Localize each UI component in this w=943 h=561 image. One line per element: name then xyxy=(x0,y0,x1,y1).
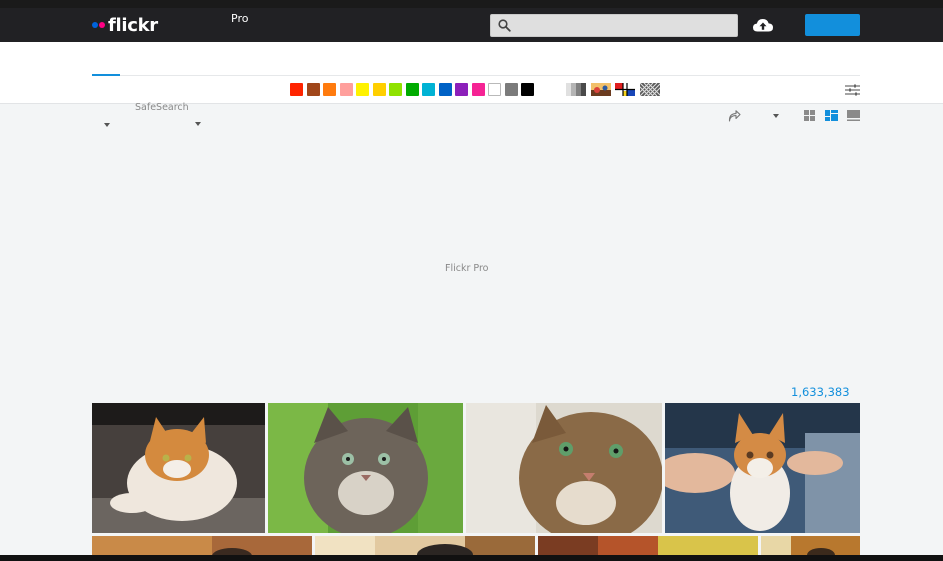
color-swatch-gold[interactable] xyxy=(372,83,386,96)
style-filter xyxy=(566,83,664,96)
color-swatch-blue[interactable] xyxy=(438,83,452,96)
top-strip xyxy=(0,0,943,8)
results-count: 1,633,383 xyxy=(791,385,850,399)
photo-tile[interactable] xyxy=(665,403,860,533)
photo-tile[interactable] xyxy=(466,403,662,533)
share-icon[interactable] xyxy=(728,110,741,122)
minimalist-filter[interactable] xyxy=(615,83,635,96)
color-swatch-brown[interactable] xyxy=(306,83,320,96)
color-swatch-yellow[interactable] xyxy=(356,83,369,96)
list-view-icon[interactable] xyxy=(847,110,860,122)
search-icon xyxy=(498,19,511,32)
search-subnav xyxy=(0,42,943,104)
photo-tile[interactable] xyxy=(268,403,463,533)
color-swatch-red[interactable] xyxy=(290,83,303,96)
photo-tile[interactable] xyxy=(92,403,265,533)
color-swatch-purple[interactable] xyxy=(455,83,468,96)
photo-kitten-held xyxy=(665,403,860,533)
pro-link[interactable]: Pro xyxy=(231,12,248,25)
photo-row2-d xyxy=(761,536,860,555)
safesearch-dropdown-caret[interactable] xyxy=(195,122,201,126)
color-swatch-gray[interactable] xyxy=(504,83,518,96)
flickr-logo[interactable]: flickr xyxy=(92,14,158,36)
logo-text: flickr xyxy=(108,14,158,36)
photo-orange-white-cat xyxy=(92,403,265,533)
logo-pink-dot xyxy=(99,22,105,28)
advanced-filters-icon[interactable] xyxy=(845,84,860,96)
photo-tabby-closeup xyxy=(466,403,662,533)
color-swatch-lime[interactable] xyxy=(389,83,402,96)
photo-tile[interactable] xyxy=(315,536,535,555)
logo-blue-dot xyxy=(92,22,98,28)
photo-tile[interactable] xyxy=(538,536,758,555)
photo-longhair-tabby xyxy=(268,403,463,533)
sort-dropdown-caret[interactable] xyxy=(773,114,779,118)
photo-tile[interactable] xyxy=(761,536,860,555)
color-swatch-orange[interactable] xyxy=(323,83,336,96)
upload-cloud-icon[interactable] xyxy=(752,16,774,34)
bottom-bar xyxy=(0,555,943,561)
safesearch-label[interactable]: SafeSearch xyxy=(135,102,189,113)
license-dropdown-caret[interactable] xyxy=(104,123,110,127)
promo-text: Flickr Pro xyxy=(445,263,489,274)
color-filter xyxy=(290,83,538,96)
site-header: flickr Pro xyxy=(0,8,943,42)
tab-photos-active[interactable] xyxy=(92,74,120,76)
grid-view-icon[interactable] xyxy=(804,110,816,122)
search-input[interactable] xyxy=(490,14,738,37)
photo-row2-b xyxy=(315,536,535,555)
patterns-filter[interactable] xyxy=(639,83,660,96)
black-and-white-filter[interactable] xyxy=(566,83,586,96)
color-swatch-black[interactable] xyxy=(521,83,534,96)
signup-button[interactable] xyxy=(805,14,860,36)
tab-divider xyxy=(92,75,860,76)
color-swatch-magenta[interactable] xyxy=(471,83,485,96)
photo-row2-c xyxy=(538,536,758,555)
depth-of-field-filter[interactable] xyxy=(590,83,611,96)
color-swatch-white[interactable] xyxy=(488,83,501,96)
color-swatch-green[interactable] xyxy=(405,83,419,96)
photo-tile[interactable] xyxy=(92,536,312,555)
photo-row2-a xyxy=(92,536,312,555)
justified-view-icon[interactable] xyxy=(825,110,838,122)
color-swatch-cyan[interactable] xyxy=(422,83,435,96)
color-swatch-pink[interactable] xyxy=(339,83,353,96)
